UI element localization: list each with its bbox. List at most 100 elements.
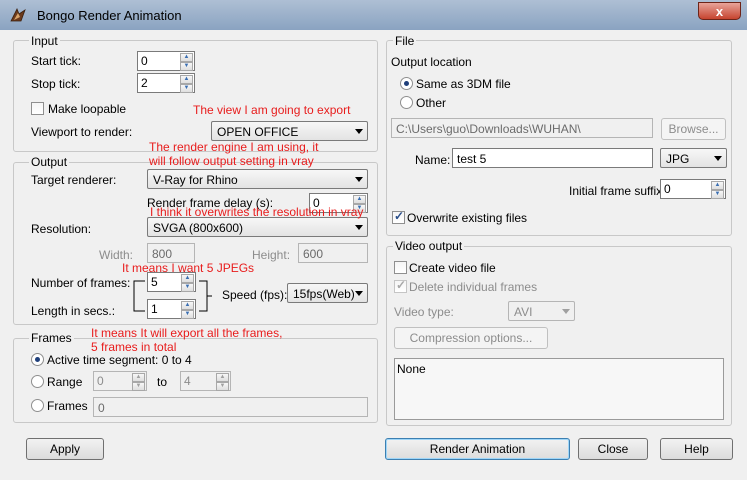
initial-frame-suffix-value: 0 xyxy=(664,182,671,196)
file-group-legend: File xyxy=(393,34,417,48)
apply-button[interactable]: Apply xyxy=(26,438,104,460)
length-in-secs-label: Length in secs.: xyxy=(31,304,116,318)
bongo-app-icon xyxy=(10,8,26,22)
file-name-value: test 5 xyxy=(457,152,487,166)
video-type-label: Video type: xyxy=(394,305,454,319)
spin-down-arrow-icon[interactable]: ▼ xyxy=(711,190,724,199)
make-loopable-label: Make loopable xyxy=(48,102,127,116)
height-label: Height: xyxy=(252,248,291,262)
annotation-jpegs: It means I want 5 JPEGs xyxy=(122,261,255,275)
frames-list-field[interactable]: 0 xyxy=(93,397,368,417)
viewport-label: Viewport to render: xyxy=(31,125,133,139)
video-output-legend: Video output xyxy=(393,239,465,253)
number-of-frames-label: Number of frames: xyxy=(31,276,131,290)
target-renderer-select[interactable]: V-Ray for Rhino xyxy=(147,169,368,189)
image-format-value: JPG xyxy=(666,152,690,166)
render-animation-dialog: Bongo Render Animation x Input Start tic… xyxy=(0,0,747,480)
resolution-value: SVGA (800x600) xyxy=(153,221,244,235)
chevron-down-icon xyxy=(562,309,570,314)
output-path-value: C:\Users\guo\Downloads\WUHAN\ xyxy=(396,122,581,136)
start-tick-value: 0 xyxy=(141,54,148,68)
annotation-view: The view I am going to export xyxy=(193,103,351,117)
same-as-3dm-radio[interactable] xyxy=(400,77,413,90)
spin-up-arrow-icon[interactable]: ▲ xyxy=(353,195,366,204)
codec-list-item[interactable]: None xyxy=(397,362,426,376)
browse-button[interactable]: Browse... xyxy=(661,118,726,140)
initial-frame-suffix-spinner[interactable]: 0 ▲ ▼ xyxy=(660,179,726,199)
viewport-value: OPEN OFFICE xyxy=(217,125,299,139)
start-tick-spinner[interactable]: 0 ▲ ▼ xyxy=(137,51,195,71)
frames-group-legend: Frames xyxy=(29,331,74,345)
spin-up-arrow-icon[interactable]: ▲ xyxy=(180,75,193,84)
stop-tick-label: Stop tick: xyxy=(31,77,81,91)
speed-label: Speed (fps): xyxy=(222,288,288,302)
video-type-select[interactable]: AVI xyxy=(508,301,575,321)
video-codec-list[interactable]: None xyxy=(394,358,724,420)
dialog-client-area: Input Start tick: 0 ▲ ▼ Stop tick: 2 ▲ ▼ M… xyxy=(8,30,739,472)
annotation-frames-line2: 5 frames in total xyxy=(91,340,177,354)
range-from-spinner[interactable]: 0 ▲ ▼ xyxy=(93,371,147,391)
range-radio[interactable] xyxy=(31,375,44,388)
other-location-radio[interactable] xyxy=(400,96,413,109)
same-as-3dm-label: Same as 3DM file xyxy=(416,77,511,91)
range-from-value: 0 xyxy=(97,374,104,388)
chevron-down-icon xyxy=(355,225,363,230)
chevron-down-icon xyxy=(355,129,363,134)
frames-label: Frames xyxy=(47,399,88,413)
spin-down-arrow-icon[interactable]: ▼ xyxy=(180,62,193,71)
file-name-field[interactable]: test 5 xyxy=(452,148,653,168)
spin-down-arrow-icon[interactable]: ▼ xyxy=(216,382,229,391)
spin-down-arrow-icon[interactable]: ▼ xyxy=(180,84,193,93)
create-video-label: Create video file xyxy=(409,261,496,275)
range-to-value: 4 xyxy=(184,374,191,388)
output-location-label: Output location xyxy=(391,55,472,69)
width-value: 800 xyxy=(152,247,173,261)
frames-list-value: 0 xyxy=(98,401,105,415)
chevron-down-icon xyxy=(714,156,722,161)
range-to-spinner[interactable]: 4 ▲ ▼ xyxy=(180,371,231,391)
viewport-select[interactable]: OPEN OFFICE xyxy=(211,121,368,141)
spin-up-arrow-icon[interactable]: ▲ xyxy=(132,373,145,382)
speed-value: 15fps(Web) xyxy=(293,287,355,301)
stop-tick-spinner[interactable]: 2 ▲ ▼ xyxy=(137,73,195,93)
render-animation-button[interactable]: Render Animation xyxy=(385,438,570,460)
window-title: Bongo Render Animation xyxy=(37,8,182,23)
resolution-select[interactable]: SVGA (800x600) xyxy=(147,217,368,237)
initial-frame-suffix-label: Initial frame suffix: xyxy=(569,184,666,198)
overwrite-existing-label: Overwrite existing files xyxy=(407,211,528,225)
help-button[interactable]: Help xyxy=(660,438,733,460)
create-video-checkbox[interactable] xyxy=(394,261,407,274)
image-format-select[interactable]: JPG xyxy=(660,148,727,168)
output-group-legend: Output xyxy=(29,155,70,169)
spin-up-arrow-icon[interactable]: ▲ xyxy=(711,181,724,190)
other-location-label: Other xyxy=(416,96,447,110)
frames-length-link-bracket xyxy=(133,280,212,312)
spin-down-arrow-icon[interactable]: ▼ xyxy=(132,382,145,391)
window-close-button[interactable]: x xyxy=(698,2,741,20)
height-field[interactable]: 600 xyxy=(298,243,368,263)
chevron-down-icon xyxy=(355,291,363,296)
title-bar[interactable]: Bongo Render Animation x xyxy=(0,0,747,30)
close-button[interactable]: Close xyxy=(578,438,648,460)
delete-frames-label: Delete individual frames xyxy=(409,280,538,294)
stop-tick-value: 2 xyxy=(141,76,148,90)
overwrite-existing-checkbox[interactable]: ✓ xyxy=(392,209,405,224)
spin-up-arrow-icon[interactable]: ▲ xyxy=(216,373,229,382)
make-loopable-checkbox[interactable] xyxy=(31,102,44,115)
active-time-segment-radio[interactable] xyxy=(31,353,44,366)
annotation-engine-line2: will follow output setting in vray xyxy=(149,154,314,168)
range-to-label: to xyxy=(157,375,168,389)
compression-options-button[interactable]: Compression options... xyxy=(394,327,548,349)
chevron-down-icon xyxy=(355,177,363,182)
frames-radio[interactable] xyxy=(31,399,44,412)
target-renderer-value: V-Ray for Rhino xyxy=(153,173,238,187)
spin-up-arrow-icon[interactable]: ▲ xyxy=(180,53,193,62)
width-label: Width: xyxy=(99,248,134,262)
video-type-value: AVI xyxy=(514,305,533,319)
delete-frames-checkbox[interactable]: ✓ xyxy=(394,278,407,293)
speed-select[interactable]: 15fps(Web) xyxy=(287,283,368,303)
resolution-label: Resolution: xyxy=(31,222,92,236)
input-group-legend: Input xyxy=(29,34,60,48)
output-path-field[interactable]: C:\Users\guo\Downloads\WUHAN\ xyxy=(391,118,653,138)
width-field[interactable]: 800 xyxy=(147,243,195,263)
